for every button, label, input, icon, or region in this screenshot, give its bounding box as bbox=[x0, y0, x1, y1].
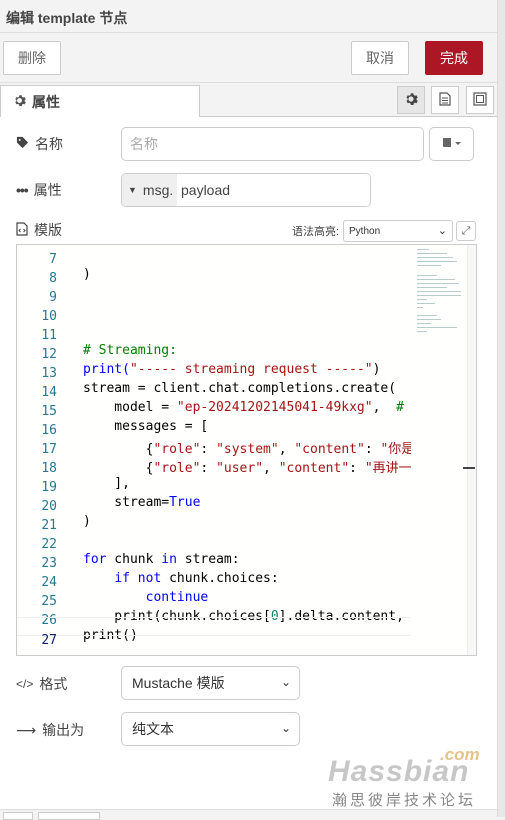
code-line: 23 if not chunk.choices: bbox=[17, 541, 411, 586]
code-line: 9 bbox=[17, 275, 411, 305]
syntax-highlight-select[interactable]: Python ⌄ bbox=[343, 220, 453, 242]
property-typed-input[interactable]: ▼ msg. payload bbox=[121, 173, 371, 207]
footer-status-button[interactable] bbox=[38, 812, 100, 820]
code-icon: </> bbox=[16, 677, 34, 691]
template-label-text: 模版 bbox=[34, 222, 62, 238]
code-line: 17 {"role": "user", "content": "再讲一 bbox=[17, 427, 411, 476]
gear-icon bbox=[13, 94, 26, 110]
action-toolbar: 删除 取消 完成 bbox=[0, 33, 497, 83]
tag-icon bbox=[16, 136, 29, 152]
expand-icon: ⤢ bbox=[461, 224, 471, 237]
appearance-tab-icon-button[interactable] bbox=[466, 86, 494, 114]
code-line: 26 print() bbox=[17, 598, 411, 643]
scrollbar-cursor-marker bbox=[463, 467, 475, 469]
gear-icon bbox=[404, 92, 418, 109]
code-line: 8 bbox=[17, 256, 411, 286]
code-line: 14 model = "ep-20241202145041-49kxg", # … bbox=[17, 370, 419, 415]
name-label-text: 名称 bbox=[35, 136, 63, 152]
chevron-down-icon: ⌄ bbox=[280, 721, 291, 735]
footer-toggle-button[interactable] bbox=[3, 812, 33, 820]
code-line: 20 ) bbox=[17, 484, 411, 529]
code-line: 24 continue bbox=[17, 560, 411, 605]
chevron-down-icon: ⌄ bbox=[280, 675, 291, 689]
property-type-selector[interactable]: ▼ msg. bbox=[122, 174, 177, 206]
code-line: 21 bbox=[17, 503, 411, 533]
dialog-title: 编辑 template 节点 bbox=[0, 0, 497, 33]
description-tab-icon-button[interactable] bbox=[431, 86, 459, 114]
code-minimap[interactable] bbox=[411, 245, 467, 655]
editor-scrollbar[interactable] bbox=[467, 245, 476, 655]
format-select[interactable]: Mustache 模版 ⌄ bbox=[121, 666, 300, 700]
icon-picker-button[interactable] bbox=[429, 127, 474, 161]
property-type-text: msg. bbox=[142, 182, 174, 198]
code-line: 22 for chunk in stream: bbox=[17, 522, 411, 567]
settings-tab-icon-button[interactable] bbox=[397, 86, 425, 114]
file-text-icon bbox=[439, 91, 451, 109]
output-label-text: 输出为 bbox=[42, 722, 85, 738]
line-number: 27 bbox=[41, 633, 57, 648]
chevron-down-icon: ⌄ bbox=[437, 225, 447, 237]
code-line: 18 ], bbox=[17, 446, 411, 491]
ellipsis-icon: ••• bbox=[16, 182, 29, 198]
output-select-value: 纯文本 bbox=[132, 721, 174, 737]
window-frame-icon bbox=[473, 91, 487, 109]
cancel-button[interactable]: 取消 bbox=[351, 41, 409, 75]
name-label: 名称 bbox=[16, 134, 63, 154]
code-line: 15 messages = [ bbox=[17, 389, 411, 434]
caret-down-icon: ▼ bbox=[128, 185, 137, 195]
name-input[interactable]: 名称 bbox=[121, 127, 424, 161]
output-label: ⟶ 输出为 bbox=[16, 720, 84, 740]
syntax-highlight-label: 语法高亮: bbox=[292, 226, 340, 238]
watermark-logo: .com Hassbian 瀚思彼岸技术论坛 bbox=[328, 745, 488, 809]
code-line: 19 stream=True bbox=[17, 465, 411, 510]
code-line: 25 print(chunk.choices[0].delta.content,… bbox=[17, 579, 419, 624]
delete-button[interactable]: 删除 bbox=[3, 41, 61, 75]
code-editor[interactable]: 7 ) 8 9 10 11 # Streaming: 12 print("---… bbox=[16, 244, 477, 656]
done-button[interactable]: 完成 bbox=[425, 41, 483, 75]
tab-bar: 属性 bbox=[0, 83, 497, 118]
watermark-sub-text: 瀚思彼岸技术论坛 bbox=[332, 792, 477, 809]
file-code-icon bbox=[16, 221, 28, 239]
format-select-value: Mustache 模版 bbox=[132, 675, 225, 691]
code-line-current: 27 bbox=[17, 617, 411, 648]
code-line: 10 bbox=[17, 294, 411, 324]
code-line: 13 stream = client.chat.completions.crea… bbox=[17, 351, 411, 396]
code-line: 7 ) bbox=[17, 245, 411, 282]
tab-properties[interactable]: 属性 bbox=[0, 85, 200, 118]
property-value[interactable]: payload bbox=[177, 174, 370, 206]
properties-form: 名称 名称 ••• 属性 ▼ msg. payload 模版 语法高亮: Pyt… bbox=[0, 117, 497, 817]
format-label-text: 格式 bbox=[39, 676, 68, 692]
tab-properties-label: 属性 bbox=[32, 93, 60, 110]
book-icon bbox=[442, 136, 462, 152]
code-line: 11 # Streaming: bbox=[17, 313, 411, 358]
code-line: 12 print("----- streaming request -----"… bbox=[17, 332, 411, 377]
watermark-main-text: Hassbian bbox=[328, 755, 470, 788]
property-label: ••• 属性 bbox=[16, 180, 62, 200]
output-select[interactable]: 纯文本 ⌄ bbox=[121, 712, 300, 746]
syntax-highlight-value: Python bbox=[349, 225, 381, 237]
code-line: 16 {"role": "system", "content": "你是 bbox=[17, 408, 414, 457]
format-label: </> 格式 bbox=[16, 674, 67, 694]
property-label-text: 属性 bbox=[33, 182, 62, 198]
window-scrollbar[interactable] bbox=[497, 0, 505, 817]
template-label: 模版 bbox=[16, 220, 62, 240]
expand-editor-button[interactable]: ⤢ bbox=[456, 221, 476, 241]
arrow-right-icon: ⟶ bbox=[16, 721, 37, 738]
